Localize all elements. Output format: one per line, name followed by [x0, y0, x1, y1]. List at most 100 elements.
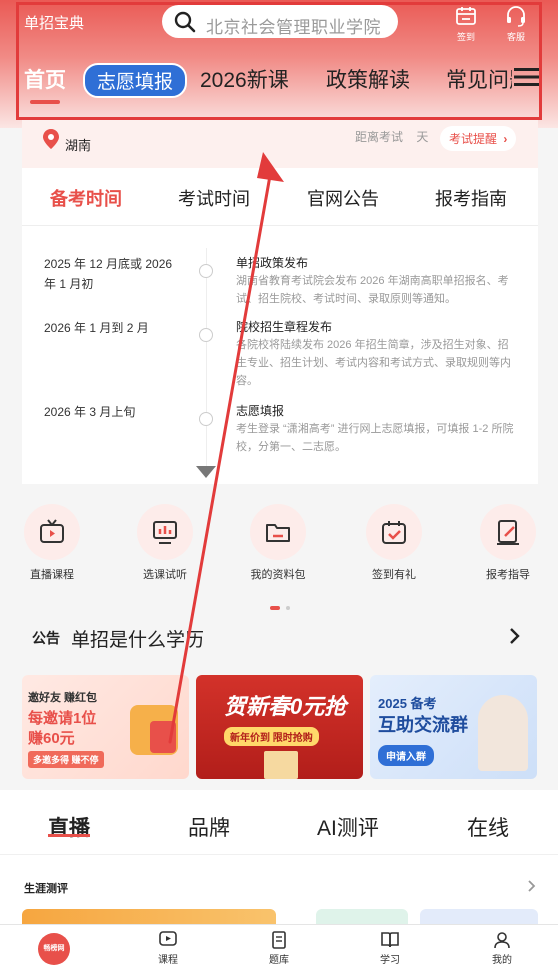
quick-link-checkin[interactable]: 签到有礼	[354, 504, 434, 582]
banner-new-year[interactable]: 贺新春0元抢 新年价到 限时抢购	[196, 675, 363, 779]
banner-group[interactable]: 2025 备考 互助交流群 申请入群	[370, 675, 537, 779]
location-bar: 湖南 距离考试 天 考试提醒 ›	[22, 120, 538, 168]
checkin-label: 签到	[456, 32, 475, 42]
bottom-nav-label: 我的	[492, 955, 512, 966]
exam-reminder-label: 考试提醒	[449, 132, 498, 146]
timeline-title: 院校招生章程发布	[236, 320, 333, 334]
countdown-suffix: 天	[416, 130, 429, 144]
bottom-nav-label: 课程	[158, 955, 178, 966]
nav-tab-faq[interactable]: 常见问题	[446, 64, 512, 94]
announcement-tag: 公告	[32, 630, 60, 646]
quick-link-label: 报考指导	[486, 569, 530, 581]
quick-link-materials[interactable]: 我的资料包	[238, 504, 318, 582]
bottom-nav-label: 学习	[380, 955, 400, 966]
chevron-right-icon	[510, 628, 520, 644]
student-illustration	[478, 695, 528, 771]
edit-doc-icon	[497, 520, 519, 545]
timeline-dot	[199, 264, 213, 278]
exam-countdown: 距离考试 天	[355, 128, 428, 145]
timeline-desc: 湖南省教育考试院会发布 2026 年湖南高职单招报名、考试、招生院校、考试时间、…	[236, 275, 509, 305]
red-envelope-illustration	[150, 721, 176, 753]
timeline-date: 2026 年 3 月上旬	[44, 405, 136, 419]
quick-link-label: 直播课程	[30, 569, 74, 581]
career-section: 生涯测评	[0, 854, 558, 927]
home-logo[interactable]: 畅榜网	[38, 933, 70, 965]
quick-link-guide[interactable]: 报考指导	[468, 504, 548, 582]
info-tab-announcement[interactable]: 官网公告	[307, 185, 379, 211]
bottom-nav-question-bank[interactable]: 题库	[254, 931, 304, 966]
book-illustration	[264, 751, 298, 779]
exam-reminder-button[interactable]: 考试提醒 ›	[440, 126, 517, 151]
banner-invite-line3: 赚60元	[28, 730, 75, 747]
section-tab-live[interactable]: 直播	[48, 812, 90, 842]
tv-icon	[40, 519, 64, 543]
document-icon	[272, 931, 286, 949]
book-icon	[381, 932, 399, 948]
timeline-desc: 各院校将陆续发布 2026 年招生简章，涉及招生对象、招生专业、招生计划、考试内…	[236, 339, 511, 387]
service-label: 客服	[506, 32, 525, 42]
quick-link-label: 我的资料包	[250, 569, 306, 581]
bottom-nav-courses[interactable]: 课程	[143, 931, 193, 966]
quick-link-live[interactable]: 直播课程	[12, 504, 92, 582]
top-nav: 首页 志愿填报 2026新课 政策解读 常见问题	[0, 58, 558, 104]
search-placeholder: 北京社会管理职业学院	[206, 18, 381, 37]
checkin-button[interactable]: 签到	[446, 4, 486, 43]
search-bar[interactable]: 北京社会管理职业学院	[162, 5, 398, 38]
chevron-right-icon[interactable]	[527, 879, 537, 893]
banner-invite-line2: 每邀请1位	[28, 710, 97, 727]
nav-tab-new-course[interactable]: 2026新课	[200, 64, 289, 94]
nav-tab-home[interactable]: 首页	[24, 64, 66, 94]
banner-invite[interactable]: 邀好友 赚红包 每邀请1位 赚60元 多邀多得 赚不停	[22, 675, 189, 779]
search-icon	[174, 11, 196, 33]
quick-link-trial[interactable]: 选课试听	[125, 504, 205, 582]
user-icon	[494, 932, 510, 949]
timeline-date: 2025 年 12 月底或 2026 年 1 月初	[44, 257, 173, 291]
bottom-nav-study[interactable]: 学习	[365, 931, 415, 966]
province-label[interactable]: 湖南	[65, 135, 91, 154]
expand-arrow-icon[interactable]	[196, 466, 216, 478]
nav-tab-volunteer[interactable]: 志愿填报	[83, 63, 188, 98]
nav-active-indicator	[30, 100, 60, 104]
folder-icon	[266, 524, 290, 542]
calendar-check-icon	[382, 521, 406, 544]
banner-group-button[interactable]: 申请入群	[378, 745, 434, 766]
nav-tab-policy[interactable]: 政策解读	[326, 64, 410, 94]
info-tabs: 备考时间 考试时间 官网公告 报考指南	[22, 168, 538, 226]
exam-info-card: 备考时间 考试时间 官网公告 报考指南 2025 年 12 月底或 2026 年…	[22, 168, 538, 484]
section-tab-indicator	[48, 834, 90, 837]
announcement-text: 单招是什么学历	[71, 630, 205, 651]
headset-icon	[507, 6, 525, 27]
timeline-desc: 考生登录 “潇湘高考” 进行网上志愿填报，可填报 1-2 所院校，分第一、二志愿…	[236, 423, 514, 453]
info-tab-guide[interactable]: 报考指南	[435, 185, 507, 211]
section-tab-ai-eval[interactable]: AI测评	[317, 812, 379, 842]
section-tab-brand[interactable]: 品牌	[188, 812, 230, 842]
timeline-dot	[199, 328, 213, 342]
bottom-nav-label: 题库	[269, 955, 289, 966]
banner-invite-line4: 多邀多得 赚不停	[28, 751, 104, 768]
app-name: 单招宝典	[24, 15, 85, 32]
section-tab-online[interactable]: 在线	[467, 812, 509, 842]
timeline-title: 单招政策发布	[236, 256, 309, 270]
bottom-nav-me[interactable]: 我的	[477, 931, 527, 966]
timeline-date: 2026 年 1 月到 2 月	[44, 321, 149, 335]
timeline-line	[206, 248, 207, 468]
info-tab-prep-time[interactable]: 备考时间	[50, 185, 122, 211]
bottom-nav: 畅榜网 课程 题库 学习 我的	[0, 924, 558, 971]
banner-invite-line1: 邀好友 赚红包	[28, 692, 98, 704]
banner-group-title: 互助交流群	[378, 715, 468, 735]
info-tab-exam-time[interactable]: 考试时间	[178, 185, 250, 211]
chevron-right-icon: ›	[503, 132, 508, 146]
career-title: 生涯测评	[24, 883, 68, 895]
section-tabs: 直播 品牌 AI测评 在线	[0, 790, 558, 854]
timeline-dot	[199, 412, 213, 426]
quick-links: 直播课程 选课试听 我的资料包 签到有礼 报考指导	[0, 500, 558, 610]
chart-board-icon	[153, 521, 177, 544]
menu-icon[interactable]	[514, 66, 542, 88]
banner-group-year: 2025 备考	[378, 696, 437, 711]
play-circle-icon	[159, 931, 177, 946]
customer-service-button[interactable]: 客服	[496, 4, 536, 43]
announcement-bar[interactable]: 公告 单招是什么学历	[0, 612, 558, 660]
banner-new-year-title: 贺新春0元抢	[224, 694, 347, 719]
quick-link-label: 选课试听	[143, 569, 187, 581]
banner-new-year-sub: 新年价到 限时抢购	[224, 727, 319, 746]
